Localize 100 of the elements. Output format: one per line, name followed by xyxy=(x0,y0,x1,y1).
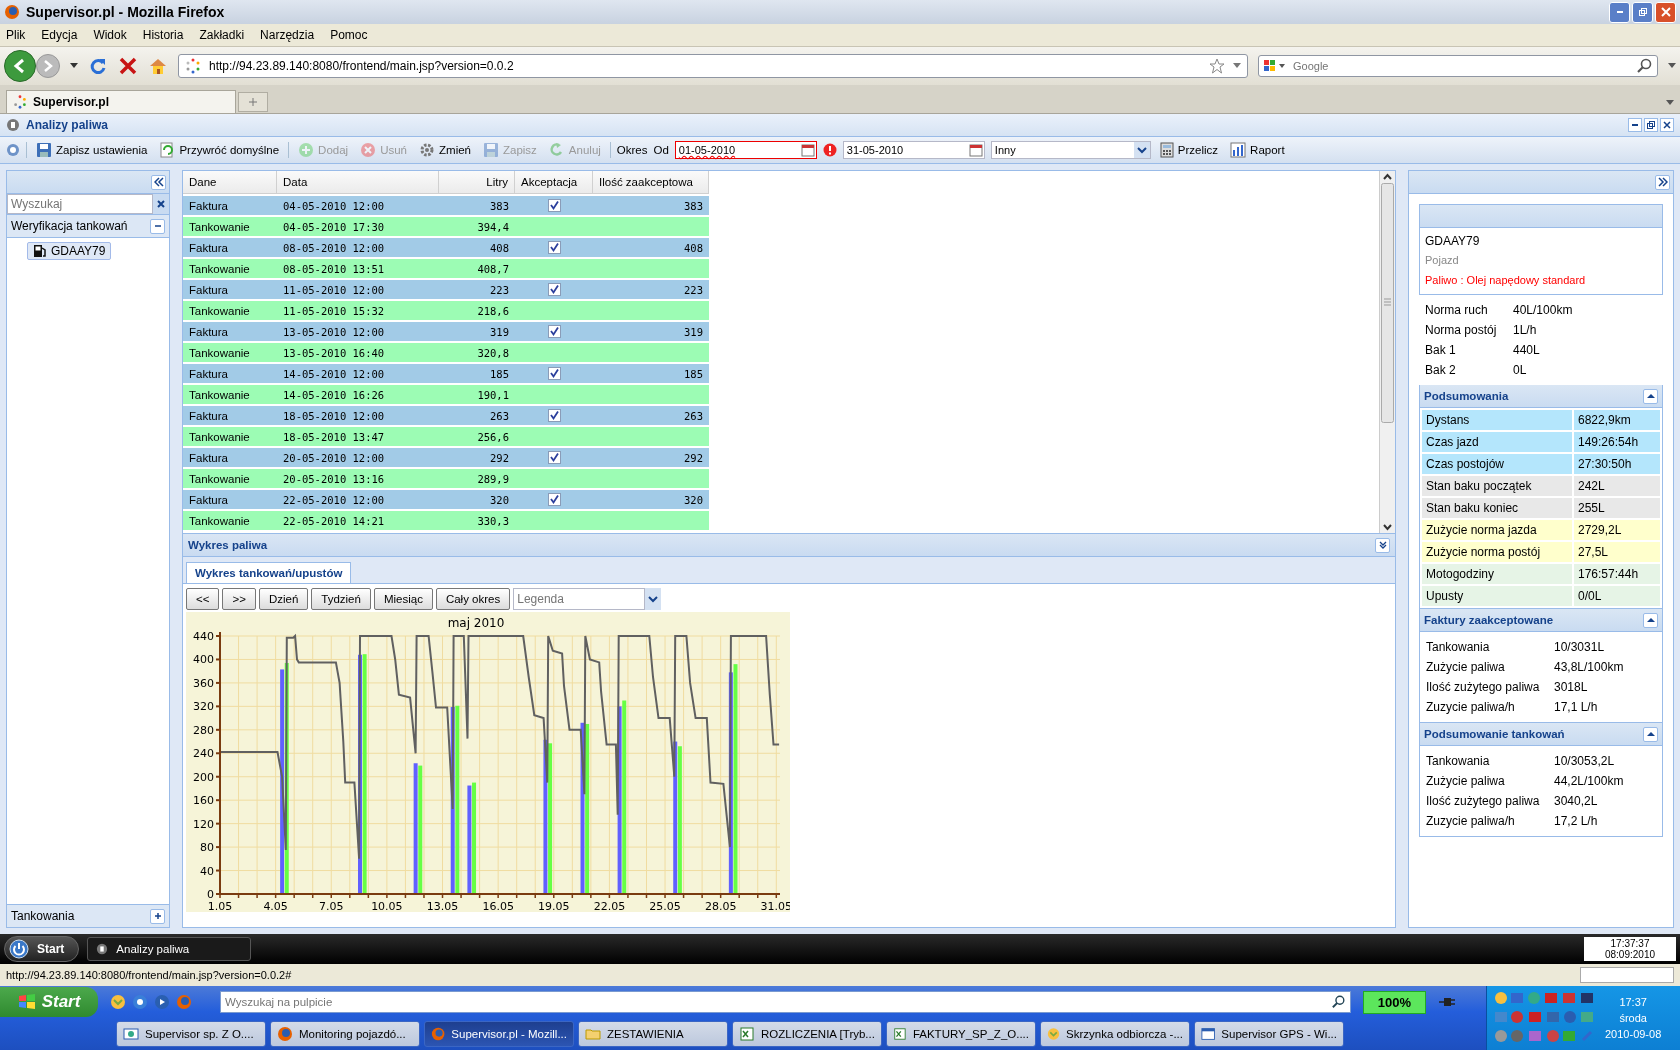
search-field[interactable]: Wyszukaj xyxy=(7,194,153,214)
table-row[interactable]: Tankowanie 18-05-2010 13:47 256,6 xyxy=(183,427,709,446)
start-button[interactable]: Start xyxy=(0,987,98,1017)
chart-tab[interactable]: Wykres tankowań/upustów xyxy=(186,562,352,583)
start-button[interactable]: Start xyxy=(4,936,80,962)
taskbar-button[interactable]: Skrzynka odbiorcza -... xyxy=(1040,1021,1190,1047)
taskbar-button[interactable]: FAKTURY_SP_Z_O.... xyxy=(886,1021,1036,1047)
taskbar-button[interactable]: ZESTAWIENIA xyxy=(578,1021,728,1047)
checkbox[interactable] xyxy=(547,241,561,254)
forward-button[interactable] xyxy=(36,54,60,78)
column-header[interactable]: Ilość zaakceptowa xyxy=(593,171,709,193)
engine-icon[interactable] xyxy=(1263,58,1287,74)
clear-button[interactable] xyxy=(153,194,169,214)
table-row[interactable]: Tankowanie 04-05-2010 17:30 394,4 xyxy=(183,217,709,236)
toolbar-button[interactable]: Zapisz ustawienia xyxy=(33,142,151,158)
dropdown-icon[interactable] xyxy=(645,588,662,610)
menu-item[interactable]: Historia xyxy=(142,28,184,42)
period-button[interactable]: << xyxy=(186,588,220,610)
taskbar-button[interactable]: Supervisor.pl - Mozill... xyxy=(424,1021,574,1047)
table-row[interactable]: Faktura 14-05-2010 12:00 185 185 xyxy=(183,364,709,383)
taskbar-button[interactable]: Supervisor GPS - Wi... xyxy=(1194,1021,1344,1047)
column-header[interactable]: Dane xyxy=(183,171,277,193)
star-icon[interactable] xyxy=(1209,58,1225,74)
checkbox[interactable] xyxy=(547,325,561,338)
collapse-button[interactable] xyxy=(1375,537,1390,553)
table-row[interactable]: Faktura 08-05-2010 12:00 408 408 xyxy=(183,238,709,257)
table-row[interactable]: Faktura 13-05-2010 12:00 319 319 xyxy=(183,322,709,341)
period-button[interactable]: Dzień xyxy=(258,588,309,610)
browser-icon[interactable] xyxy=(132,994,148,1010)
menu-item[interactable]: Zakładki xyxy=(199,28,245,42)
search-field[interactable]: Google xyxy=(1258,55,1658,77)
stop-icon[interactable] xyxy=(118,56,138,76)
checkbox[interactable] xyxy=(547,493,561,506)
toolbar-button[interactable]: Przywróć domyślne xyxy=(156,142,283,158)
collapse-button[interactable] xyxy=(1643,612,1658,628)
checkbox[interactable] xyxy=(547,283,561,296)
scrollbar-thumb[interactable] xyxy=(1381,183,1394,423)
checkbox[interactable] xyxy=(547,367,561,380)
taskbar-button[interactable]: Supervisor sp. Z O.... xyxy=(116,1021,266,1047)
menu-item[interactable]: Widok xyxy=(93,28,127,42)
table-row[interactable]: Tankowanie 13-05-2010 16:40 320,8 xyxy=(183,343,709,362)
table-row[interactable]: Faktura 11-05-2010 12:00 223 223 xyxy=(183,280,709,299)
reload-icon[interactable] xyxy=(88,56,108,76)
table-row[interactable]: Faktura 04-05-2010 12:00 383 383 xyxy=(183,196,709,215)
legend-select[interactable]: Legenda xyxy=(513,588,646,610)
expand-button[interactable] xyxy=(1655,174,1670,190)
toolbar-button[interactable]: Zmień xyxy=(416,142,474,158)
date-field[interactable]: 31-05-2010 xyxy=(842,141,985,159)
table-row[interactable]: Faktura 20-05-2010 12:00 292 292 xyxy=(183,448,709,467)
column-header[interactable]: Data xyxy=(277,171,439,193)
back-button[interactable] xyxy=(4,50,36,82)
restore-button[interactable] xyxy=(1644,118,1658,132)
taskbar-button[interactable]: Analizy paliwa xyxy=(87,937,252,961)
period-button[interactable]: Tydzień xyxy=(311,588,371,610)
close-button[interactable] xyxy=(1660,118,1674,132)
checkbox[interactable] xyxy=(547,199,561,212)
home-icon[interactable] xyxy=(148,56,168,76)
help-icon[interactable] xyxy=(6,143,20,157)
search-icon[interactable] xyxy=(1331,995,1346,1009)
menu-item[interactable]: Pomoc xyxy=(330,28,368,42)
dropdown-icon[interactable] xyxy=(70,63,78,69)
browser-tab[interactable]: Supervisor.pl xyxy=(6,90,236,113)
dropdown-icon[interactable] xyxy=(1668,63,1676,69)
menu-item[interactable]: Edycja xyxy=(41,28,78,42)
column-header[interactable]: Akceptacja xyxy=(515,171,593,193)
dropdown-icon[interactable] xyxy=(1666,100,1674,106)
tree-item[interactable]: GDAAY79 xyxy=(27,242,112,260)
table-row[interactable]: Tankowanie 11-05-2010 15:32 218,6 xyxy=(183,301,709,320)
play-icon[interactable] xyxy=(154,994,170,1010)
checkbox[interactable] xyxy=(547,451,561,464)
table-row[interactable]: Faktura 22-05-2010 12:00 320 320 xyxy=(183,490,709,509)
checkbox[interactable] xyxy=(547,409,561,422)
calendar-icon[interactable] xyxy=(968,143,983,157)
mail-icon[interactable] xyxy=(110,994,126,1010)
dropdown-icon[interactable] xyxy=(1233,63,1241,69)
minimize-button[interactable] xyxy=(1628,118,1642,132)
taskbar-button[interactable]: Monitoring pojazdó... xyxy=(270,1021,420,1047)
menu-item[interactable]: Narzędzia xyxy=(260,28,315,42)
period-button[interactable]: Cały okres xyxy=(435,588,511,610)
menu-item[interactable]: Plik xyxy=(6,28,26,42)
period-button[interactable]: Miesiąc xyxy=(373,588,433,610)
collapse-button[interactable] xyxy=(150,218,165,234)
toolbar-button[interactable]: Przelicz xyxy=(1156,142,1222,158)
collapse-button[interactable] xyxy=(1643,726,1658,742)
collapse-button[interactable] xyxy=(1643,388,1658,404)
column-header[interactable]: Litry xyxy=(439,171,515,193)
taskbar-button[interactable]: ROZLICZENIA [Tryb... xyxy=(732,1021,882,1047)
search-icon[interactable] xyxy=(1637,58,1653,74)
table-row[interactable]: Tankowanie 22-05-2010 14:21 330,3 xyxy=(183,511,709,530)
table-row[interactable]: Faktura 18-05-2010 12:00 263 263 xyxy=(183,406,709,425)
table-row[interactable]: Tankowanie 08-05-2010 13:51 408,7 xyxy=(183,259,709,278)
address-field[interactable]: http://94.23.89.140:8080/frontend/main.jsp?version=0.0.2 xyxy=(178,54,1248,78)
collapse-button[interactable] xyxy=(151,174,166,190)
range-select[interactable]: Inny xyxy=(990,141,1151,159)
period-button[interactable]: >> xyxy=(222,588,256,610)
search-field[interactable]: Wyszukaj na pulpicie xyxy=(220,991,1351,1013)
dropdown-icon[interactable] xyxy=(1133,142,1150,158)
table-row[interactable]: Tankowanie 14-05-2010 16:26 190,1 xyxy=(183,385,709,404)
toolbar-button[interactable]: Raport xyxy=(1227,142,1288,158)
date-field[interactable]: 01-05-2010 xyxy=(674,141,817,159)
